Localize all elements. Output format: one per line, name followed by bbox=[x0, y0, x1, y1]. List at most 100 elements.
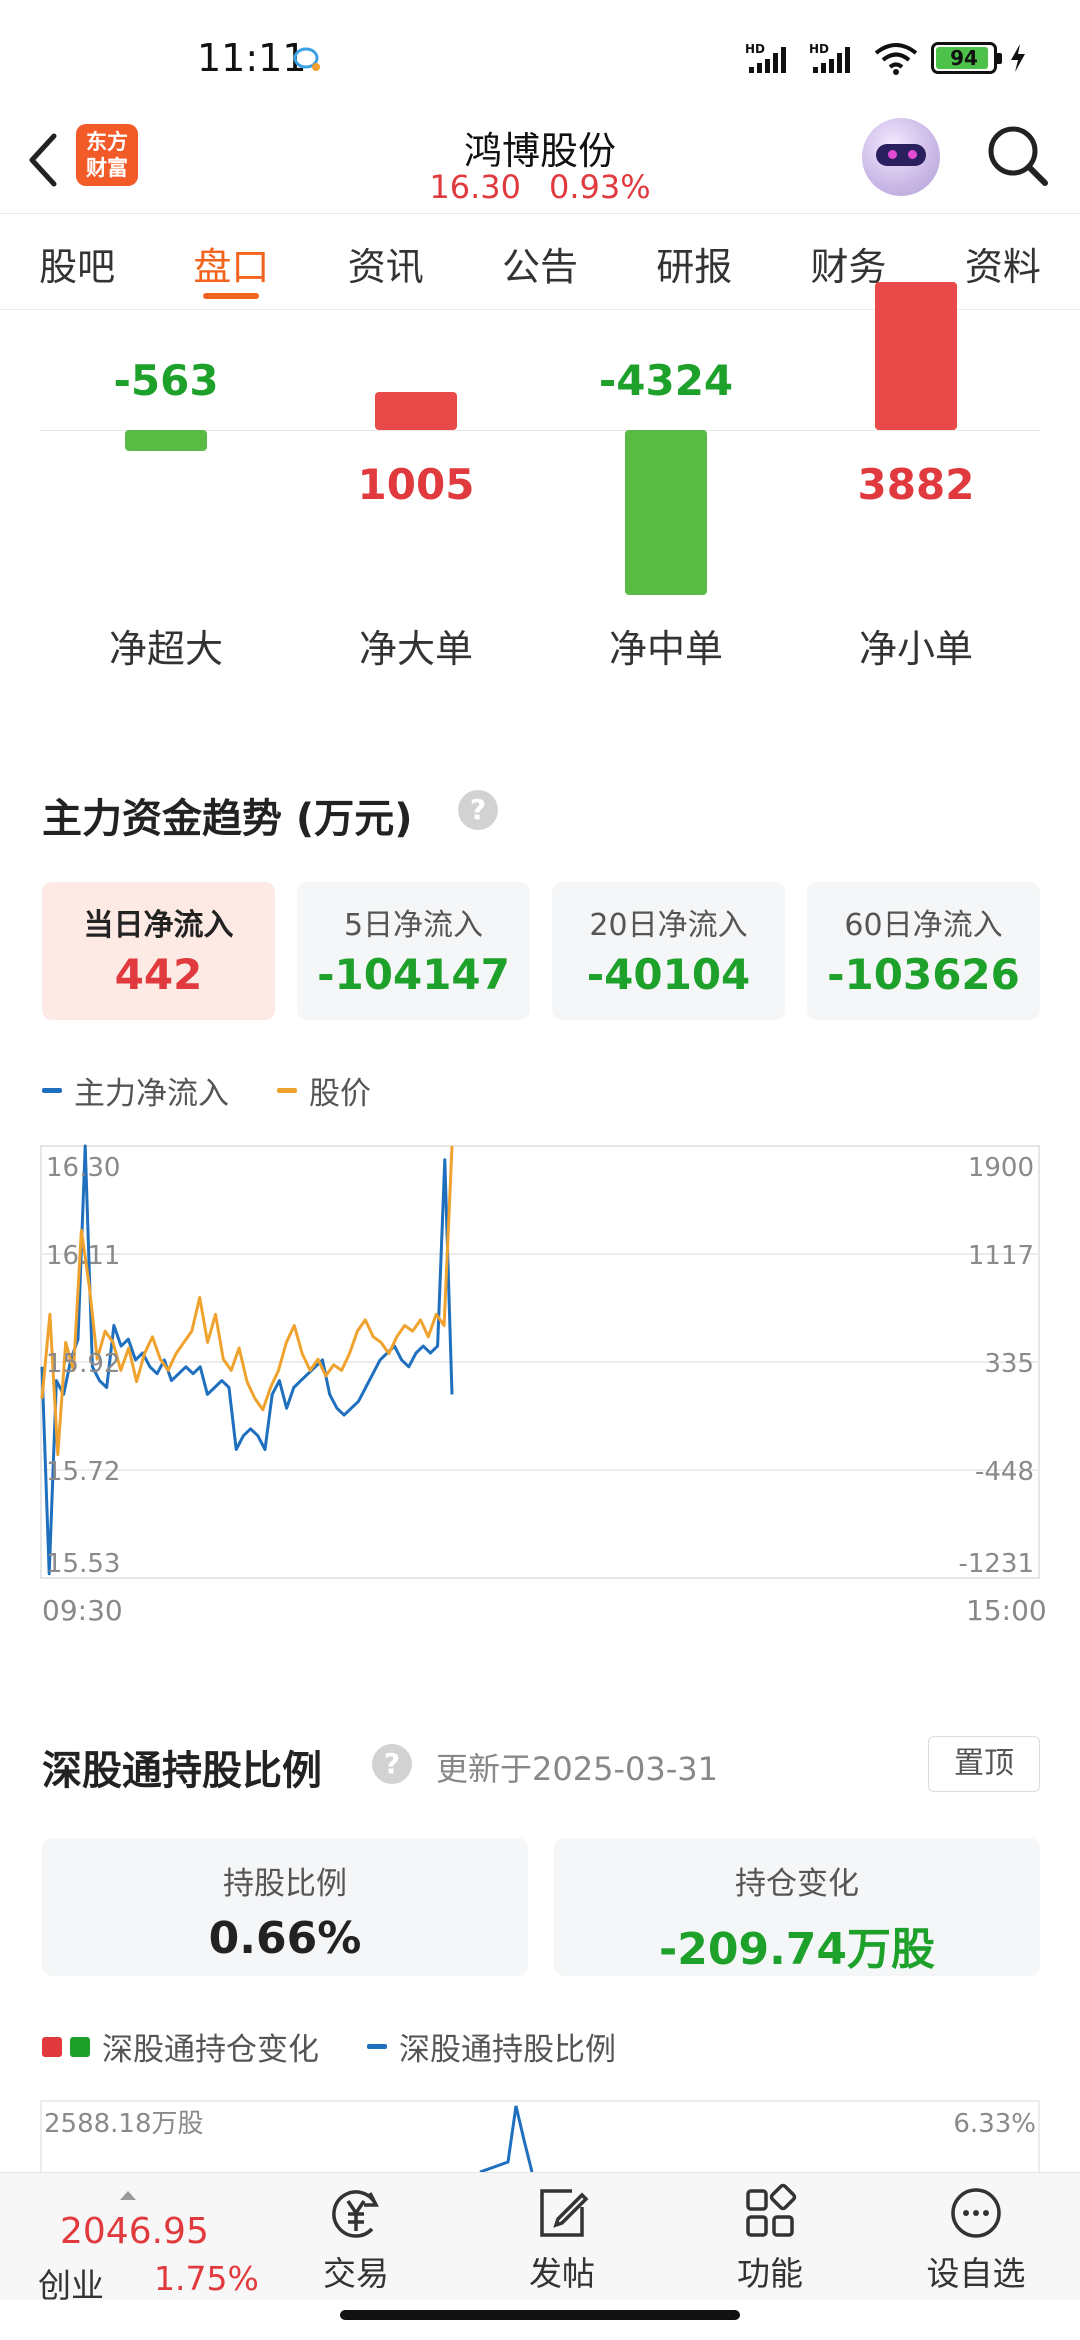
legend-line-orange bbox=[277, 1088, 297, 1093]
svg-text:HD: HD bbox=[745, 42, 765, 56]
flow-label: 净超大 bbox=[108, 627, 223, 671]
bottom-navigation: 2046.95 创业 1.75% 交易 发帖 功能 设自选 bbox=[0, 2172, 1080, 2305]
flow-label: 净大单 bbox=[358, 627, 473, 671]
signal-2-icon: HD bbox=[809, 42, 850, 73]
flow-value: -4324 bbox=[598, 356, 734, 405]
pin-to-top-button[interactable]: 置顶 bbox=[928, 1736, 1040, 1792]
hk-update-date: 更新于2025-03-31 bbox=[436, 1750, 718, 1788]
wifi-icon bbox=[874, 43, 918, 75]
flow-bar bbox=[875, 281, 957, 430]
search-icon bbox=[988, 126, 1048, 186]
tab-guba[interactable]: 股吧 bbox=[0, 214, 154, 309]
time-axis-end: 15:00 bbox=[966, 1594, 1047, 1627]
y-left-tick: 15.53 bbox=[46, 1549, 120, 1579]
charging-icon bbox=[1011, 44, 1025, 72]
gesture-handle[interactable] bbox=[340, 2310, 740, 2320]
expand-caret-icon bbox=[120, 2191, 136, 2200]
legend-label: 主力净流入 bbox=[74, 1076, 229, 1112]
tab-news[interactable]: 资讯 bbox=[309, 214, 463, 309]
edit-post-icon bbox=[540, 2189, 589, 2237]
card-20day-inflow[interactable]: 20日净流入 -40104 bbox=[552, 882, 785, 1020]
legend-holding-ratio: 深股通持股比例 bbox=[367, 2024, 616, 2069]
net-flow-section: -563 净超大 1005 净大单 -4324 净中单 3882 净小单 bbox=[0, 281, 1080, 690]
tab-research[interactable]: 研报 bbox=[617, 214, 771, 309]
y-right-tick: 335 bbox=[984, 1349, 1034, 1379]
status-icons: HD HD 94 bbox=[745, 38, 1027, 78]
card-label: 当日净流入 bbox=[83, 908, 234, 943]
card-5day-inflow[interactable]: 5日净流入 -104147 bbox=[297, 882, 530, 1020]
card-position-change: 持仓变化 -209.74万股 bbox=[554, 1838, 1040, 1976]
y-left-tick: 15.72 bbox=[46, 1457, 120, 1487]
hk-connect-chart[interactable]: 2588.18万股 6.33% bbox=[40, 2100, 1040, 2172]
help-icon[interactable]: ? bbox=[372, 1744, 412, 1784]
svg-text:HD: HD bbox=[809, 42, 829, 56]
y-right-tick: 1117 bbox=[968, 1241, 1034, 1271]
search-button[interactable] bbox=[978, 116, 1058, 196]
card-60day-inflow[interactable]: 60日净流入 -103626 bbox=[807, 882, 1040, 1020]
help-icon[interactable]: ? bbox=[458, 790, 498, 830]
flow-label: 净中单 bbox=[608, 627, 723, 671]
card-today-inflow[interactable]: 当日净流入 442 bbox=[42, 882, 275, 1020]
app-header: 东方 财富 鸿博股份 16.30 0.93% bbox=[0, 110, 1080, 214]
hk-axis-left-top: 2588.18万股 bbox=[44, 2109, 204, 2139]
nav-label: 设自选 bbox=[926, 2254, 1026, 2293]
card-holding-ratio: 持股比例 0.66% bbox=[42, 1838, 528, 1976]
nav-watchlist[interactable]: 设自选 bbox=[906, 2183, 1046, 2295]
battery-level: 94 bbox=[950, 46, 978, 70]
tab-announcements[interactable]: 公告 bbox=[463, 214, 617, 309]
y-left-tick: 15.92 bbox=[46, 1349, 120, 1379]
legend-label: 股价 bbox=[309, 1076, 371, 1112]
hk-connect-title: 深股通持股比例 bbox=[42, 1748, 322, 1794]
index-change: 1.75% bbox=[154, 2259, 259, 2298]
main-trend-title: 主力资金趋势 (万元) bbox=[42, 796, 413, 842]
card-label: 持仓变化 bbox=[735, 1866, 859, 1902]
flow-bar bbox=[625, 430, 707, 595]
legend-price: 股价 bbox=[277, 1068, 371, 1113]
legend-main-inflow: 主力净流入 bbox=[42, 1068, 229, 1113]
index-name: 创业 bbox=[38, 2266, 104, 2305]
signal-1-icon: HD bbox=[745, 42, 786, 73]
flow-value: -563 bbox=[113, 356, 219, 405]
hk-connect-cards: 持股比例 0.66% 持仓变化 -209.74万股 bbox=[42, 1838, 1040, 1976]
hk-holding-ratio-line bbox=[479, 2105, 534, 2172]
nav-label: 发帖 bbox=[529, 2254, 595, 2293]
trend-legend: 主力净流入 股价 bbox=[42, 1068, 371, 1113]
y-left-tick: 16.30 bbox=[46, 1153, 120, 1183]
series-line-1 bbox=[40, 1145, 454, 1457]
flow-bar bbox=[375, 391, 457, 430]
card-value: 442 bbox=[114, 950, 203, 999]
card-label: 持股比例 bbox=[223, 1866, 347, 1902]
time-axis-start: 09:30 bbox=[42, 1594, 123, 1627]
assistant-robot-avatar[interactable] bbox=[862, 118, 940, 196]
nav-post[interactable]: 发帖 bbox=[492, 2183, 632, 2295]
legend-red-square bbox=[42, 2036, 62, 2057]
nav-label: 交易 bbox=[323, 2254, 389, 2293]
legend-label: 深股通持仓变化 bbox=[102, 2032, 319, 2068]
flow-value: 3882 bbox=[857, 460, 975, 509]
y-right-tick: -448 bbox=[975, 1457, 1034, 1487]
nav-functions[interactable]: 功能 bbox=[700, 2183, 840, 2295]
status-time: 11:11 bbox=[197, 36, 307, 80]
index-value: 2046.95 bbox=[60, 2211, 209, 2252]
card-label: 5日净流入 bbox=[343, 908, 484, 943]
battery-icon: 94 bbox=[931, 42, 1002, 74]
main-trend-chart[interactable]: 16.30 16.11 15.92 15.72 15.53 1900 1117 335 -448… bbox=[40, 1142, 1040, 1582]
stock-change-pct: 0.93% bbox=[548, 168, 651, 206]
index-ticker[interactable]: 2046.95 创业 1.75% bbox=[30, 2189, 260, 2305]
legend-line-blue bbox=[42, 1088, 62, 1093]
flow-label: 净小单 bbox=[858, 627, 973, 671]
chat-notification-icon bbox=[293, 47, 320, 71]
card-label: 20日净流入 bbox=[589, 908, 748, 943]
legend-position-change: 深股通持仓变化 bbox=[42, 2024, 319, 2069]
nav-label: 功能 bbox=[737, 2254, 803, 2293]
card-value: -103626 bbox=[827, 950, 1020, 999]
more-dots-icon bbox=[951, 2188, 1001, 2238]
y-left-tick: 16.11 bbox=[46, 1241, 120, 1271]
card-value: -104147 bbox=[317, 950, 510, 999]
y-right-tick: 1900 bbox=[968, 1153, 1034, 1183]
nav-trade[interactable]: 交易 bbox=[286, 2183, 426, 2295]
functions-grid-icon bbox=[746, 2183, 797, 2237]
tab-pankou[interactable]: 盘口 bbox=[154, 214, 308, 309]
flow-value: 1005 bbox=[357, 460, 475, 509]
card-value: -209.74万股 bbox=[658, 1924, 936, 1975]
